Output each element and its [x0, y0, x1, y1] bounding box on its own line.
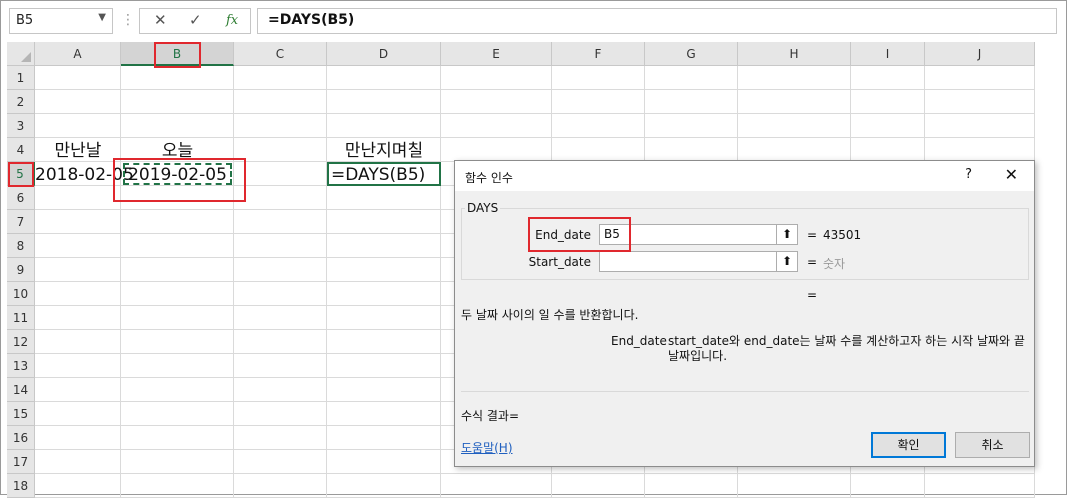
function-description: 두 날짜 사이의 일 수를 반환합니다.	[461, 308, 639, 322]
excel-window: B5 ▼ ⋮ ✕ ✓ fx =DAYS(B5) ABCDEFGHIJ123456…	[0, 0, 1067, 498]
cell-a4[interactable]: 만난날	[35, 139, 121, 163]
function-arguments-dialog: 함수 인수 ? ✕ DAYS End_date B5 ⬆ = 43501 Sta…	[454, 160, 1035, 467]
dialog-titlebar[interactable]: 함수 인수 ? ✕	[455, 161, 1034, 191]
chevron-down-icon[interactable]: ▼	[98, 12, 106, 23]
row-header-7[interactable]: 7	[7, 210, 35, 234]
gridline	[35, 113, 1035, 114]
cancel-button[interactable]: 취소	[955, 432, 1030, 458]
row-header-10[interactable]: 10	[7, 282, 35, 306]
row-header-8[interactable]: 8	[7, 234, 35, 258]
cancel-icon[interactable]: ✕	[154, 11, 167, 29]
gridline	[35, 89, 1035, 90]
drag-handle-icon[interactable]: ⋮	[121, 12, 135, 28]
row-header-15[interactable]: 15	[7, 402, 35, 426]
dialog-title: 함수 인수	[465, 171, 513, 185]
highlight-box	[154, 42, 201, 68]
formula-bar: B5 ▼ ⋮ ✕ ✓ fx =DAYS(B5)	[7, 5, 1057, 37]
select-all-button[interactable]	[7, 42, 35, 66]
column-header-e[interactable]: E	[441, 42, 552, 66]
arg-help-text: start_date와 end_date는 날짜 수를 계산하고자 하는 시작 …	[668, 334, 1025, 363]
check-icon[interactable]: ✓	[189, 11, 202, 29]
row-header-13[interactable]: 13	[7, 354, 35, 378]
column-header-c[interactable]: C	[234, 42, 327, 66]
row-header-11[interactable]: 11	[7, 306, 35, 330]
start-date-input[interactable]	[599, 251, 794, 272]
function-result-equals: =	[807, 288, 818, 302]
gridline	[35, 473, 1035, 474]
row-header-18[interactable]: 18	[7, 474, 35, 498]
row-header-17[interactable]: 17	[7, 450, 35, 474]
gridline	[326, 66, 327, 498]
row-header-9[interactable]: 9	[7, 258, 35, 282]
formula-buttons: ✕ ✓ fx	[139, 8, 251, 34]
column-header-j[interactable]: J	[925, 42, 1035, 66]
divider	[461, 391, 1029, 392]
column-header-f[interactable]: F	[552, 42, 645, 66]
row-header-2[interactable]: 2	[7, 90, 35, 114]
column-header-i[interactable]: I	[851, 42, 925, 66]
row-header-16[interactable]: 16	[7, 426, 35, 450]
function-name: DAYS	[465, 201, 501, 215]
arg-help-name: End_date	[611, 334, 667, 348]
column-header-h[interactable]: H	[738, 42, 851, 66]
name-box-value: B5	[16, 13, 34, 28]
formula-input[interactable]: =DAYS(B5)	[257, 8, 1057, 34]
highlight-box	[528, 217, 631, 252]
end-date-result: 43501	[823, 228, 862, 242]
formula-result-label: 수식 결과=	[461, 409, 520, 423]
gridline	[120, 66, 121, 498]
help-link[interactable]: 도움말(H)	[461, 439, 513, 456]
active-cell-border	[327, 162, 441, 186]
highlight-box	[113, 158, 246, 202]
gridline	[440, 66, 441, 498]
end-date-equals: =	[807, 228, 818, 242]
gridline	[35, 137, 1035, 138]
help-icon[interactable]: ?	[965, 167, 972, 182]
cell-a5[interactable]: 2018-02-05	[35, 163, 134, 187]
highlight-box	[8, 162, 34, 187]
column-header-g[interactable]: G	[645, 42, 738, 66]
gridline	[233, 66, 234, 498]
start-date-result: 숫자	[823, 257, 846, 271]
arg-label-start-date: Start_date	[528, 255, 591, 269]
cell-d4[interactable]: 만난지며칠	[327, 139, 441, 163]
column-header-a[interactable]: A	[35, 42, 121, 66]
ok-button[interactable]: 확인	[871, 432, 946, 458]
row-header-1[interactable]: 1	[7, 66, 35, 90]
collapse-dialog-icon[interactable]: ⬆	[776, 251, 798, 272]
row-header-6[interactable]: 6	[7, 186, 35, 210]
close-icon[interactable]: ✕	[1005, 165, 1018, 184]
collapse-dialog-icon[interactable]: ⬆	[776, 224, 798, 245]
name-box[interactable]: B5 ▼	[9, 8, 113, 34]
column-header-d[interactable]: D	[327, 42, 441, 66]
row-header-4[interactable]: 4	[7, 138, 35, 162]
row-header-14[interactable]: 14	[7, 378, 35, 402]
row-header-12[interactable]: 12	[7, 330, 35, 354]
start-date-equals: =	[807, 255, 818, 269]
row-header-3[interactable]: 3	[7, 114, 35, 138]
insert-function-icon[interactable]: fx	[226, 13, 238, 28]
